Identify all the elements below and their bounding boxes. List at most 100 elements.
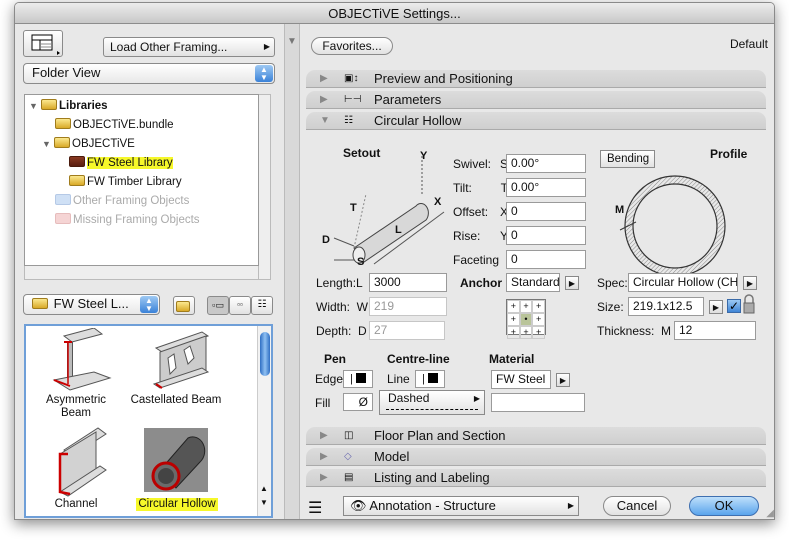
anchor-label: Anchor xyxy=(460,276,502,290)
parent-folder-button[interactable] xyxy=(173,296,195,315)
tree-label: FW Steel Library xyxy=(87,157,173,169)
object-channel[interactable]: Channel xyxy=(34,426,118,516)
tree-hscrollbar[interactable] xyxy=(24,266,259,280)
faceting-input[interactable]: 0 xyxy=(506,250,586,269)
section-label: Model xyxy=(374,449,410,464)
floor-plan-icon: ◫ xyxy=(344,430,354,441)
fill-label: Fill xyxy=(315,396,331,410)
expand-arrow-icon: ▶ xyxy=(320,472,328,483)
folder-tree: ▼ Libraries OBJECTiVE.bundle ▼ OBJECTiVE F… xyxy=(24,94,259,266)
list-view-button[interactable]: ☷ xyxy=(251,296,273,315)
length-input[interactable]: 3000 xyxy=(369,273,447,292)
anchor-cell-right[interactable]: + xyxy=(532,313,545,326)
tree-item-fw-steel-library[interactable]: FW Steel Library xyxy=(69,155,173,171)
library-folder-select[interactable]: FW Steel L... ▲ ▼ xyxy=(23,294,160,315)
panel-divider[interactable]: ▼ xyxy=(284,24,300,519)
tilt-input[interactable]: 0.00° xyxy=(506,178,586,197)
section-model[interactable]: ▶ ◇ Model xyxy=(306,448,766,466)
section-label: Preview and Positioning xyxy=(374,71,513,86)
library-panel: Load Other Framing... ▶ Folder View ▲ ▼ ▼… xyxy=(15,24,284,519)
anchor-menu-button[interactable]: ▶ xyxy=(565,276,579,290)
anchor-cell-bottom[interactable]: + xyxy=(519,326,533,339)
anchor-field[interactable]: Standard xyxy=(506,273,560,292)
depth-input[interactable]: 27 xyxy=(369,321,445,340)
anchor-cell-top-left[interactable]: + xyxy=(507,300,520,313)
offset-input[interactable]: 0 xyxy=(506,202,586,221)
large-icons-view-button[interactable]: ▫▭ xyxy=(207,296,229,315)
settings-dialog: OBJECTiVE Settings... Load Other Framing… xyxy=(14,2,775,520)
section-listing-labeling[interactable]: ▶ ▤ Listing and Labeling xyxy=(306,469,766,487)
load-other-framing-button[interactable]: Load Other Framing... ▶ xyxy=(103,37,275,57)
swivel-s-label: S xyxy=(357,256,365,268)
object-grid: Asymmetric Beam Castellated Beam Channel… xyxy=(24,324,273,518)
section-parameters[interactable]: ▶ ⊢⊣ Parameters xyxy=(306,91,766,109)
size-menu-button[interactable]: ▶ xyxy=(709,300,723,314)
size-lock-checkbox[interactable]: ✓ xyxy=(727,299,741,313)
cancel-button[interactable]: Cancel xyxy=(603,496,671,516)
load-button-label: Load Other Framing... xyxy=(110,40,228,54)
spec-menu-button[interactable]: ▶ xyxy=(743,276,757,290)
field-label: Tilt: xyxy=(453,181,472,195)
folder-select-label: FW Steel L... xyxy=(53,296,129,311)
resize-grip-icon[interactable]: ◢ xyxy=(766,508,774,519)
list-view-icon xyxy=(31,34,60,55)
tree-item-libraries[interactable]: ▼ Libraries xyxy=(29,98,108,114)
window-title: OBJECTiVE Settings... xyxy=(15,3,774,24)
line-pen-picker[interactable]: | xyxy=(415,370,445,388)
swivel-input[interactable]: 0.00° xyxy=(506,154,586,173)
scroll-thumb[interactable] xyxy=(260,332,270,376)
setout-diagram xyxy=(333,152,445,265)
object-grid-scrollbar[interactable]: ▲ ▼ xyxy=(257,326,271,516)
model-icon: ◇ xyxy=(344,451,352,462)
anchor-cell-left[interactable]: + xyxy=(507,313,520,326)
anchor-grid[interactable]: + + + + • + + + + xyxy=(506,299,546,339)
material-secondary-field[interactable] xyxy=(491,393,585,412)
width-input[interactable]: 219 xyxy=(369,297,447,316)
rise-input[interactable]: 0 xyxy=(506,226,586,245)
anchor-cell-center[interactable]: • xyxy=(519,313,533,326)
anchor-cell-bottom-left[interactable]: + xyxy=(507,326,520,339)
layer-select[interactable]: 👁 Annotation - Structure ▶ xyxy=(343,496,579,516)
length-l-label: L xyxy=(395,224,402,236)
ok-button[interactable]: OK xyxy=(689,496,759,516)
view-mode-button[interactable] xyxy=(23,30,63,57)
section-circular-hollow[interactable]: ▼ ☷ Circular Hollow xyxy=(306,112,766,130)
field-label: Swivel: xyxy=(453,157,492,171)
tree-item-objective[interactable]: ▼ OBJECTiVE xyxy=(42,136,135,152)
edge-pen-picker[interactable]: | xyxy=(343,370,373,388)
scroll-up-arrow[interactable]: ▲ xyxy=(260,484,268,493)
anchor-cell-bottom-right[interactable]: + xyxy=(532,326,545,339)
small-icons-view-button[interactable]: ▫▫ xyxy=(229,296,251,315)
list-icon: ☷ xyxy=(257,299,267,310)
folder-icon xyxy=(69,175,85,186)
tree-item-fw-timber-library[interactable]: FW Timber Library xyxy=(69,174,182,190)
tree-label: Other Framing Objects xyxy=(73,195,190,207)
object-castellated-beam[interactable]: Castellated Beam xyxy=(126,328,226,424)
object-asymmetric-beam[interactable]: Asymmetric Beam xyxy=(34,327,118,424)
fill-pen-picker[interactable]: Ø xyxy=(343,393,373,411)
tree-item-other-framing-objects[interactable]: Other Framing Objects xyxy=(55,193,189,209)
anchor-cell-top[interactable]: + xyxy=(519,300,533,313)
expand-arrow-icon: ▶ xyxy=(320,430,328,441)
material-menu-button[interactable]: ▶ xyxy=(556,373,570,387)
tree-scrollbar[interactable] xyxy=(259,94,271,280)
spec-field[interactable]: Circular Hollow (CH xyxy=(628,273,738,292)
section-preview-positioning[interactable]: ▶ ▣↕ Preview and Positioning xyxy=(306,70,766,88)
material-field[interactable]: FW Steel xyxy=(491,370,551,389)
faceting-label: Faceting xyxy=(453,253,500,267)
folder-view-select[interactable]: Folder View ▲ ▼ xyxy=(23,63,275,84)
favorites-button[interactable]: Favorites... xyxy=(311,37,393,55)
scroll-down-arrow[interactable]: ▼ xyxy=(260,498,268,507)
folder-icon xyxy=(69,156,85,167)
anchor-cell-top-right[interactable]: + xyxy=(532,300,545,313)
profile-diagram xyxy=(619,175,726,277)
line-type-select[interactable]: Dashed ▶ xyxy=(379,390,485,415)
section-floor-plan-section[interactable]: ▶ ◫ Floor Plan and Section xyxy=(306,427,766,445)
tree-item-objective-bundle[interactable]: OBJECTiVE.bundle xyxy=(55,117,174,133)
asymmetric-beam-icon xyxy=(52,327,112,391)
thickness-input[interactable]: 12 xyxy=(674,321,756,340)
section-label: Circular Hollow xyxy=(374,113,462,128)
size-field[interactable]: 219.1x12.5 xyxy=(628,297,704,316)
object-circular-hollow[interactable]: Circular Hollow xyxy=(126,426,226,516)
tree-item-missing-framing-objects[interactable]: Missing Framing Objects xyxy=(55,212,200,228)
